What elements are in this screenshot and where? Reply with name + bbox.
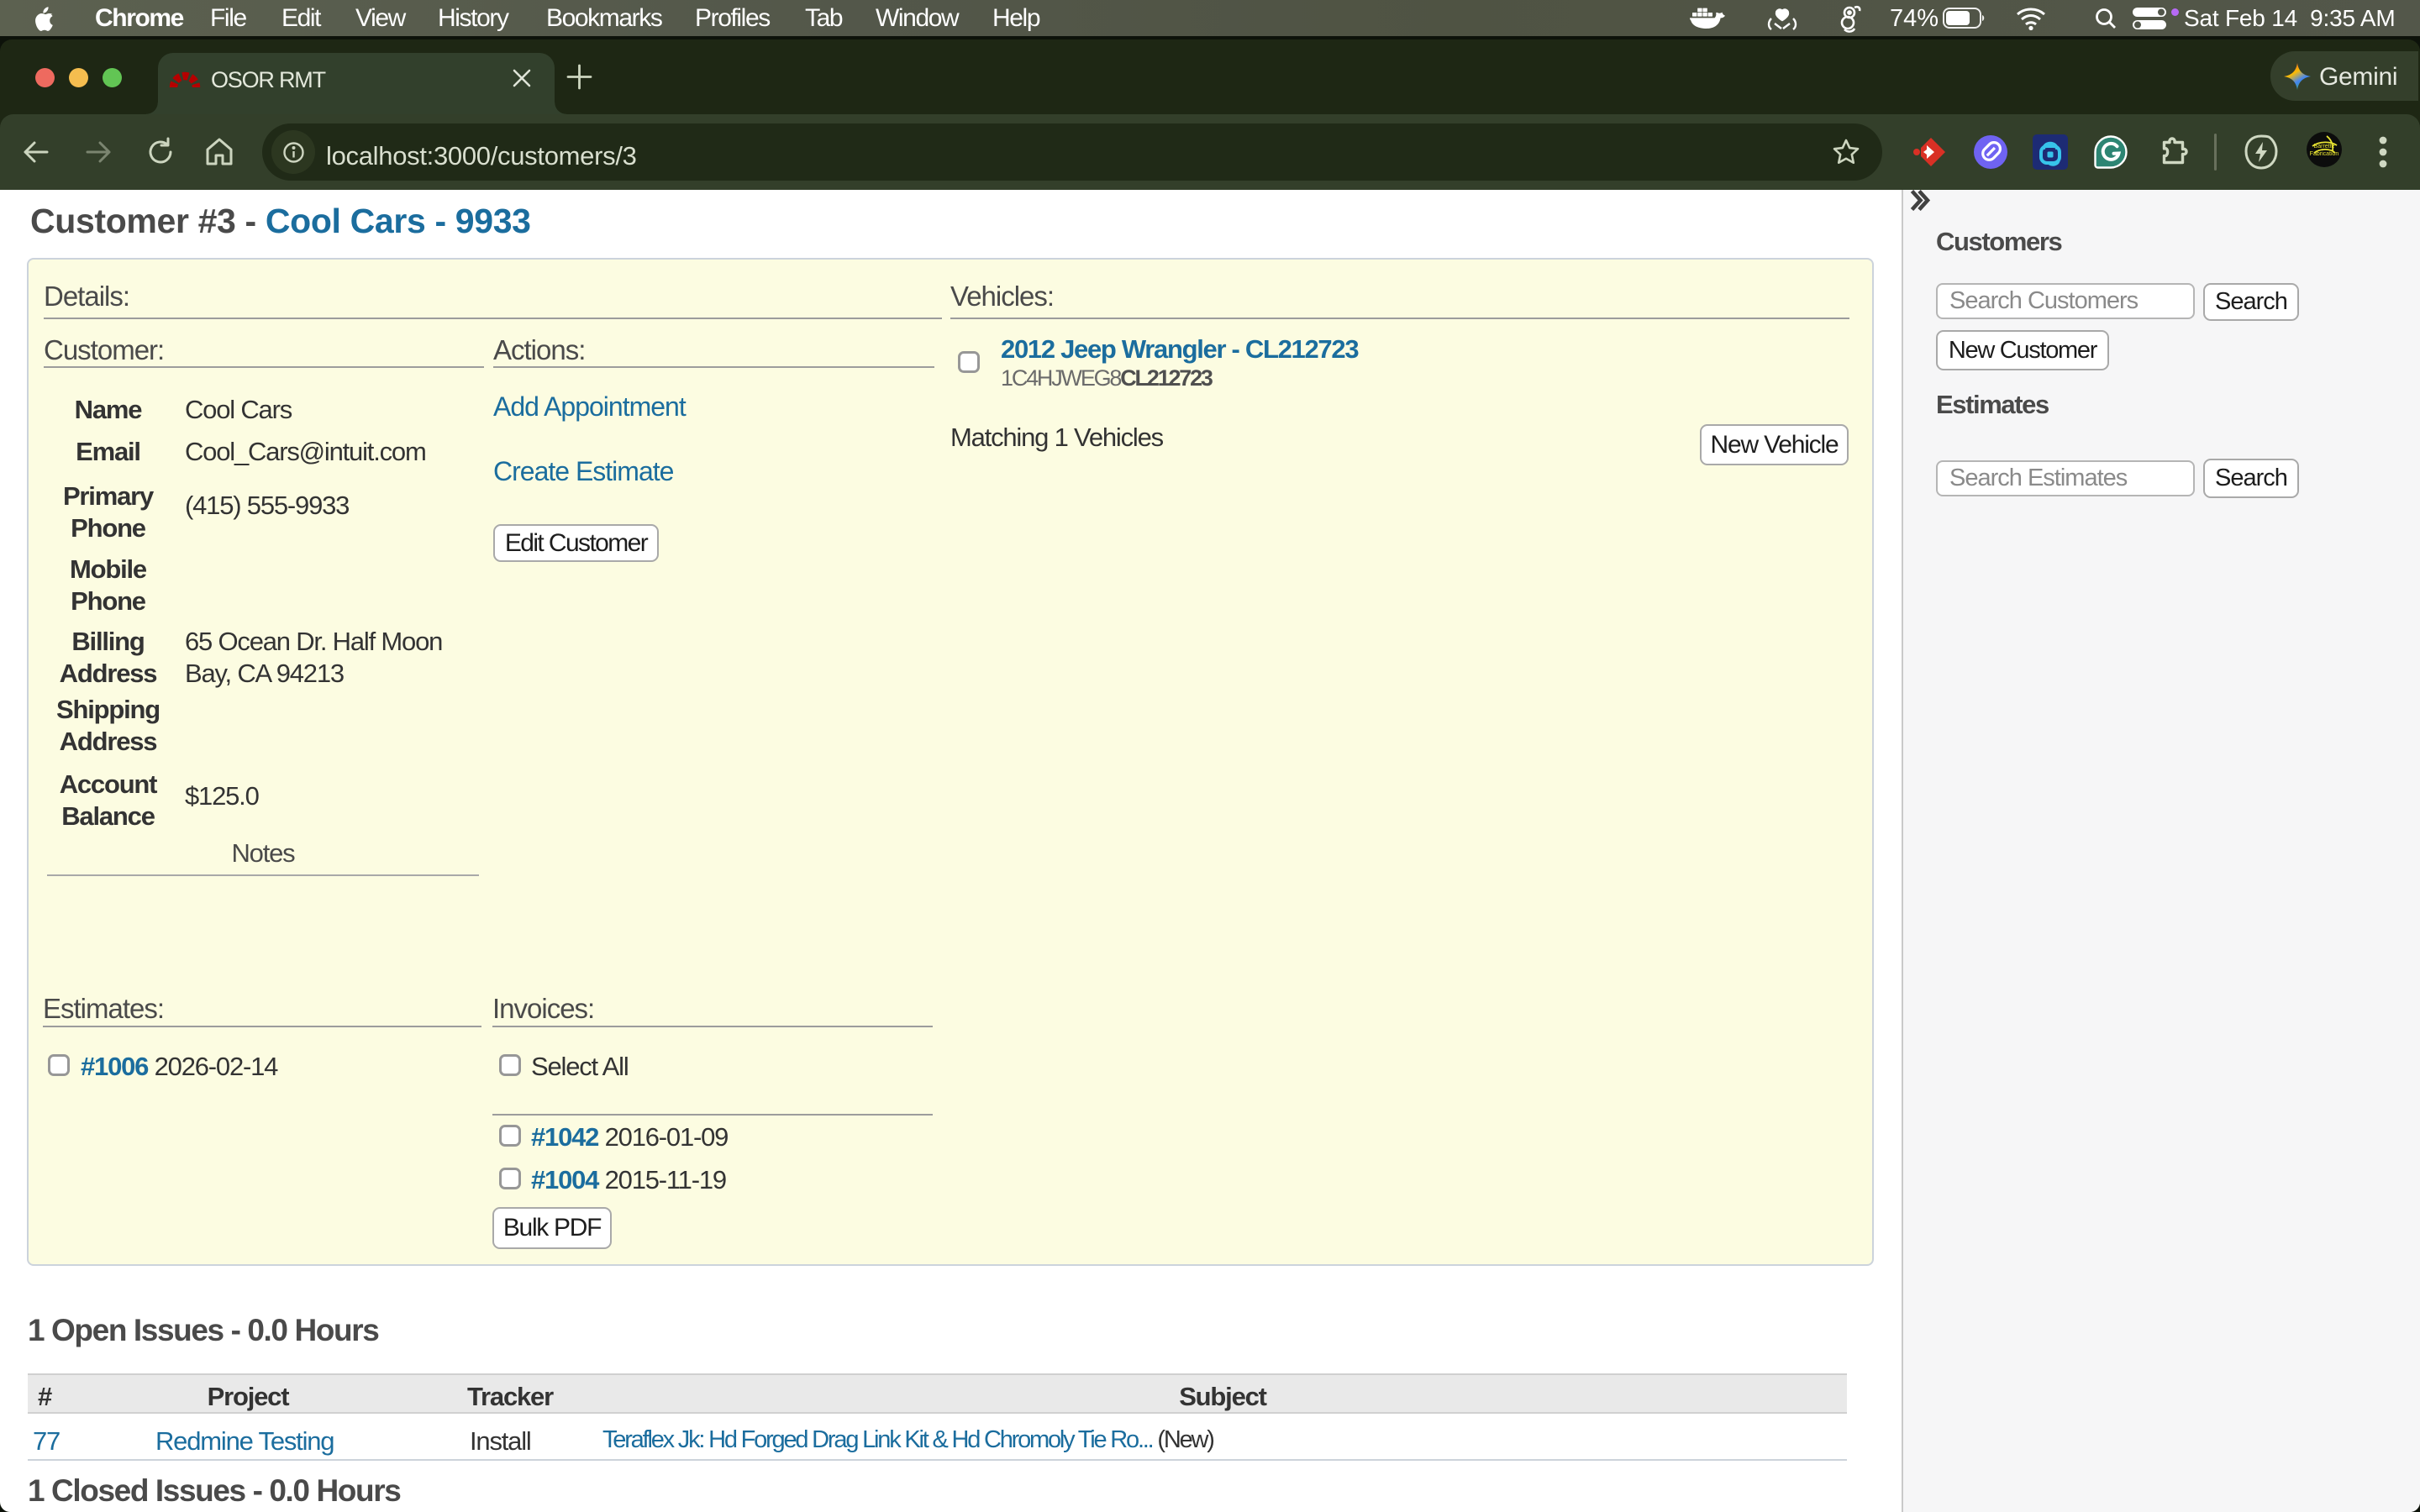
svg-text:Fabrication: Fabrication	[2310, 151, 2339, 157]
svg-text:Barrette: Barrette	[2314, 144, 2335, 150]
